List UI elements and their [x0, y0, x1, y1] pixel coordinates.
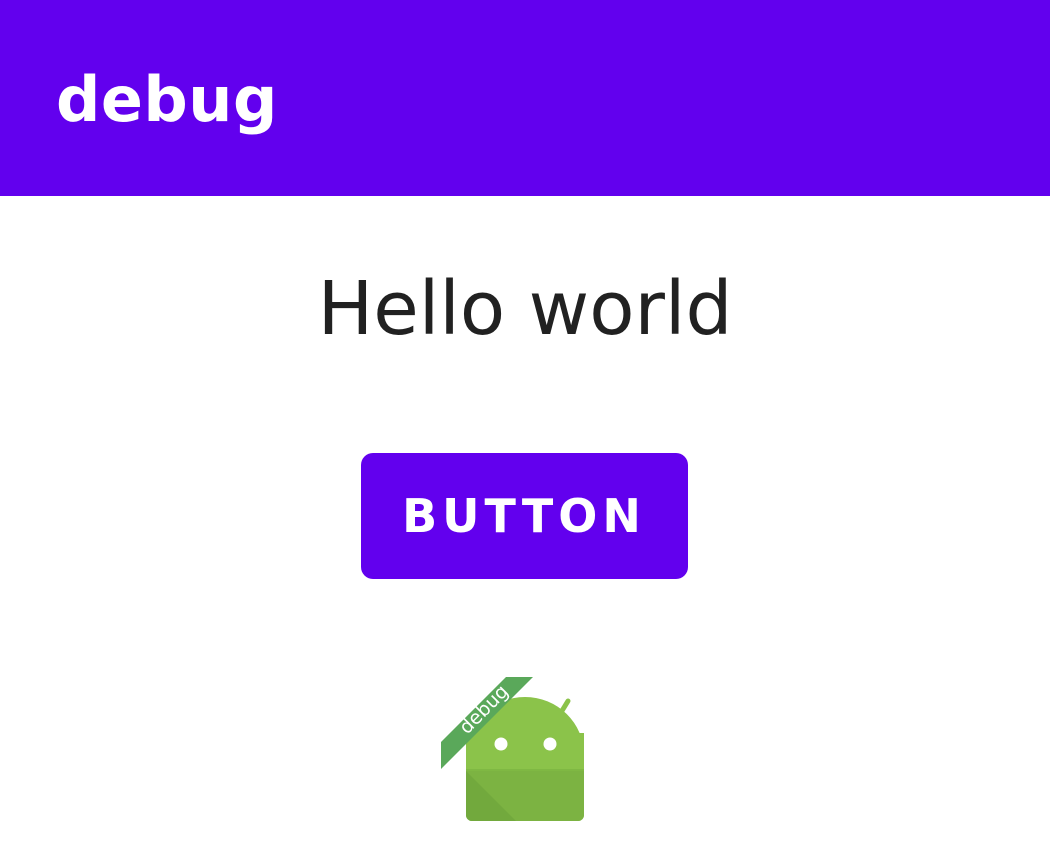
robot-eye-right — [543, 737, 557, 751]
app-launcher-icon: debug — [441, 673, 591, 827]
robot-neck-line — [466, 769, 584, 771]
android-robot-icon: debug — [441, 673, 584, 821]
app-title: debug — [56, 63, 278, 136]
robot-eye-left — [494, 737, 508, 751]
hello-text: Hello world — [317, 266, 733, 352]
main-content: Hello world BUTTON debug — [0, 196, 1050, 845]
main-button[interactable]: BUTTON — [361, 453, 688, 579]
app-bar: debug — [0, 0, 1050, 196]
